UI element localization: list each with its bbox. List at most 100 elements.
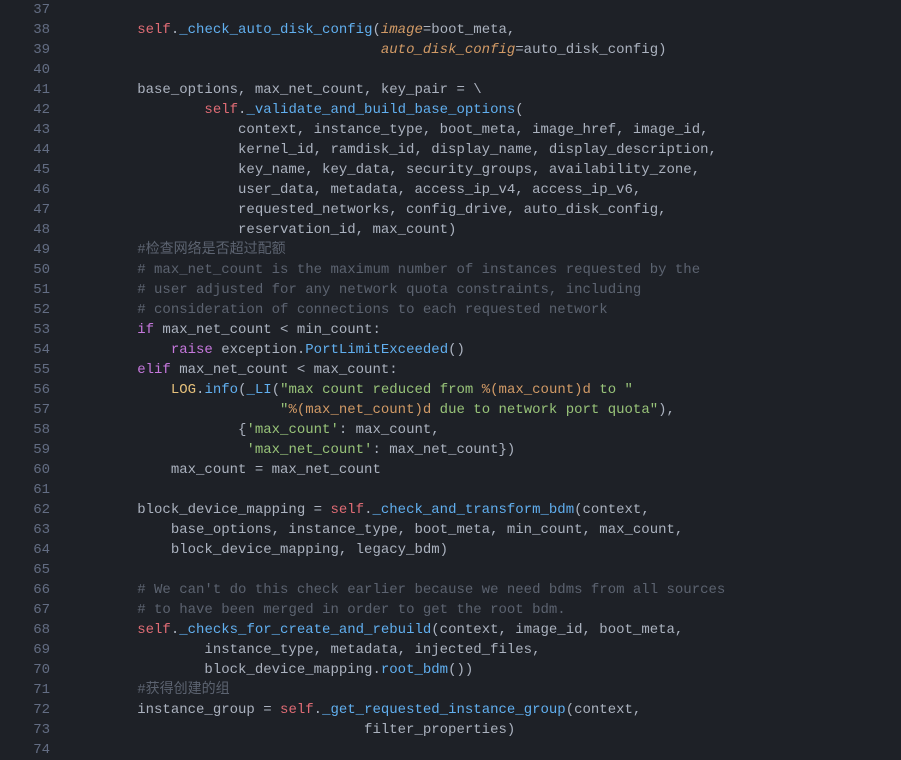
line-number: 45: [0, 160, 50, 180]
code-line: user_data, metadata, access_ip_v4, acces…: [70, 180, 901, 200]
code-token: [70, 102, 204, 118]
code-token: # We can't do this check earlier because…: [137, 582, 725, 598]
code-token: [70, 262, 137, 278]
code-token: (context,: [574, 502, 650, 518]
code-line: kernel_id, ramdisk_id, display_name, dis…: [70, 140, 901, 160]
code-token: #检查网络是否超过配额: [137, 242, 285, 258]
code-line: {'max_count': max_count,: [70, 420, 901, 440]
code-token: [70, 322, 137, 338]
code-editor-content[interactable]: self._check_auto_disk_config(image=boot_…: [70, 0, 901, 757]
line-number: 56: [0, 380, 50, 400]
code-token: [70, 582, 137, 598]
code-token: self: [280, 702, 314, 718]
code-token: [70, 302, 137, 318]
code-token: [70, 282, 137, 298]
code-token: [70, 442, 246, 458]
code-token: (: [515, 102, 523, 118]
code-line: if max_net_count < min_count:: [70, 320, 901, 340]
line-number: 62: [0, 500, 50, 520]
code-line: base_options, max_net_count, key_pair = …: [70, 80, 901, 100]
code-line: filter_properties): [70, 720, 901, 740]
code-token: filter_properties): [70, 722, 515, 738]
code-line: max_count = max_net_count: [70, 460, 901, 480]
line-number: 70: [0, 660, 50, 680]
code-token: [70, 242, 137, 258]
line-number: 48: [0, 220, 50, 240]
code-token: key_name, key_data, security_groups, ava…: [70, 162, 700, 178]
code-line: instance_type, metadata, injected_files,: [70, 640, 901, 660]
line-number: 63: [0, 520, 50, 540]
code-line: block_device_mapping = self._check_and_t…: [70, 500, 901, 520]
code-token: instance_type, metadata, injected_files,: [70, 642, 540, 658]
line-number: 44: [0, 140, 50, 160]
line-number: 55: [0, 360, 50, 380]
line-number: 49: [0, 240, 50, 260]
code-token: raise: [171, 342, 213, 358]
line-number: 54: [0, 340, 50, 360]
line-number: 64: [0, 540, 50, 560]
code-line: # to have been merged in order to get th…: [70, 600, 901, 620]
code-token: self: [204, 102, 238, 118]
line-number: 50: [0, 260, 50, 280]
code-token: #获得创建的组: [137, 682, 229, 698]
code-line: # We can't do this check earlier because…: [70, 580, 901, 600]
code-token: [70, 42, 381, 58]
code-token: instance_group =: [70, 702, 280, 718]
code-token: _validate_and_build_base_options: [246, 102, 515, 118]
code-token: _checks_for_create_and_rebuild: [179, 622, 431, 638]
code-token: due to network port quota": [431, 402, 658, 418]
line-number: 51: [0, 280, 50, 300]
code-token: "max count reduced from: [280, 382, 482, 398]
code-line: requested_networks, config_drive, auto_d…: [70, 200, 901, 220]
code-line: # consideration of connections to each r…: [70, 300, 901, 320]
code-line: block_device_mapping, legacy_bdm): [70, 540, 901, 560]
code-token: 'max_net_count': [246, 442, 372, 458]
code-line: 'max_net_count': max_net_count}): [70, 440, 901, 460]
code-token: to ": [591, 382, 633, 398]
code-token: (context, image_id, boot_meta,: [431, 622, 683, 638]
code-token: [70, 382, 171, 398]
line-number: 59: [0, 440, 50, 460]
line-number: 60: [0, 460, 50, 480]
code-token: user_data, metadata, access_ip_v4, acces…: [70, 182, 641, 198]
code-line: block_device_mapping.root_bdm()): [70, 660, 901, 680]
code-line: "%(max_net_count)d due to network port q…: [70, 400, 901, 420]
code-line: self._checks_for_create_and_rebuild(cont…: [70, 620, 901, 640]
code-line: LOG.info(_LI("max count reduced from %(m…: [70, 380, 901, 400]
code-token: (context,: [566, 702, 642, 718]
code-line: # max_net_count is the maximum number of…: [70, 260, 901, 280]
code-token: requested_networks, config_drive, auto_d…: [70, 202, 667, 218]
code-line: key_name, key_data, security_groups, ava…: [70, 160, 901, 180]
code-token: (): [448, 342, 465, 358]
code-line: [70, 60, 901, 80]
code-token: base_options, instance_type, boot_meta, …: [70, 522, 683, 538]
code-line: [70, 740, 901, 760]
code-line: elif max_net_count < max_count:: [70, 360, 901, 380]
line-number: 66: [0, 580, 50, 600]
line-number: 43: [0, 120, 50, 140]
code-token: _LI: [246, 382, 271, 398]
code-token: %(max_net_count)d: [288, 402, 431, 418]
code-token: max_net_count < min_count:: [154, 322, 381, 338]
code-token: _check_and_transform_bdm: [372, 502, 574, 518]
code-token: [70, 362, 137, 378]
code-token: : max_net_count}): [372, 442, 515, 458]
line-number-gutter: 3738394041424344454647484950515253545556…: [0, 0, 70, 757]
line-number: 73: [0, 720, 50, 740]
code-line: [70, 560, 901, 580]
code-token: # max_net_count is the maximum number of…: [137, 262, 700, 278]
code-token: self: [137, 22, 171, 38]
code-line: [70, 0, 901, 20]
code-line: base_options, instance_type, boot_meta, …: [70, 520, 901, 540]
code-token: auto_disk_config: [381, 42, 515, 58]
line-number: 65: [0, 560, 50, 580]
code-token: context, instance_type, boot_meta, image…: [70, 122, 709, 138]
line-number: 72: [0, 700, 50, 720]
code-token: info: [204, 382, 238, 398]
code-token: self: [330, 502, 364, 518]
line-number: 58: [0, 420, 50, 440]
code-token: .: [171, 622, 179, 638]
code-token: # consideration of connections to each r…: [137, 302, 607, 318]
line-number: 69: [0, 640, 50, 660]
code-token: exception.: [213, 342, 305, 358]
